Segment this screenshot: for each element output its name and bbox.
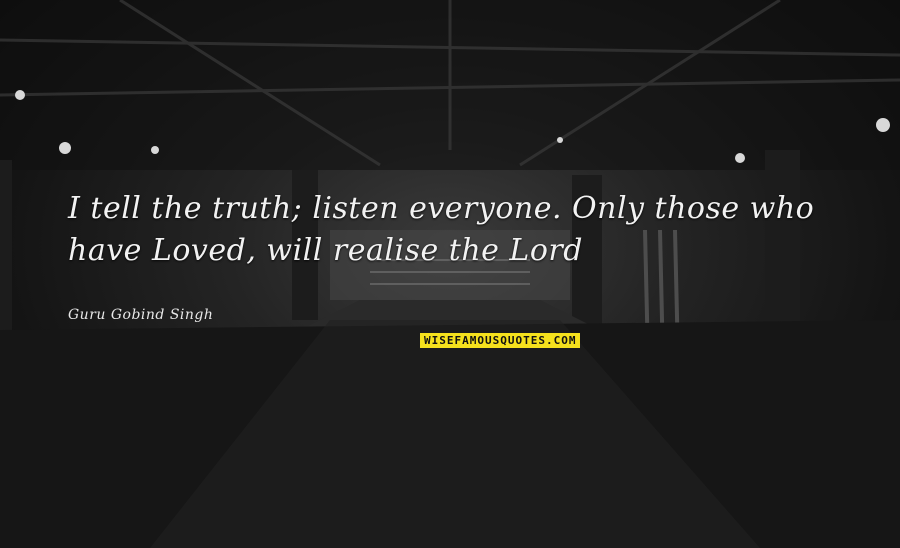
quote-text: I tell the truth; listen everyone. Only … — [68, 191, 815, 268]
quote-author: Guru Gobind Singh — [68, 307, 214, 323]
gym-warehouse-photo — [0, 0, 900, 548]
site-watermark: WISEFAMOUSQUOTES.COM — [420, 333, 581, 348]
quote-image: I tell the truth; listen everyone. Only … — [0, 0, 900, 548]
